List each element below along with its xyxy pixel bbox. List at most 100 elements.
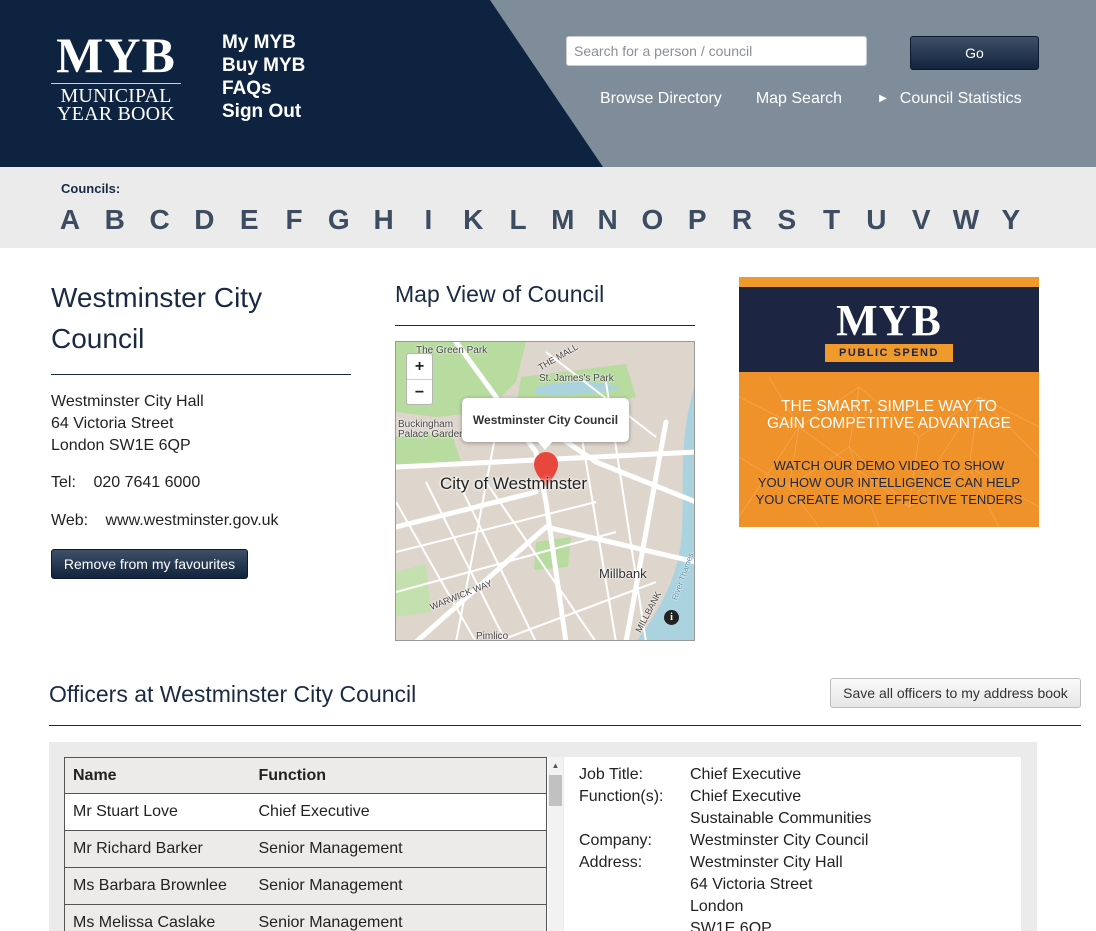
address-line: London SW1E 6QP [51,437,191,454]
officers-table-container[interactable]: Name Function Mr Stuart Love Chief Execu… [64,757,548,931]
alphabet-letter-k[interactable]: K [458,200,488,240]
map-label: Palace Garden [398,429,465,440]
save-officers-button[interactable]: Save all officers to my address book [830,678,1081,708]
ad-banner-top: MYB PUBLIC SPEND [739,277,1039,372]
link-buy-myb[interactable]: Buy MYB [222,54,305,77]
alphabet-letter-w[interactable]: W [951,200,981,240]
site-header: MYB MUNICIPAL YEAR BOOK My MYB Buy MYB F… [0,0,1096,167]
zoom-out-button[interactable]: − [407,379,432,404]
council-map[interactable]: The Green Park THE MALL St. James's Park… [395,341,695,641]
detail-label: Company: [579,832,652,849]
scrollbar-thumb[interactable] [549,775,562,806]
table-row[interactable]: Mr Stuart Love Chief Executive [64,793,547,831]
title-divider [51,374,351,375]
myb-public-spend-ad[interactable]: MYB PUBLIC SPEND THE SMART, SIMPLE WAY T… [739,277,1039,527]
alphabet-letter-l[interactable]: L [503,200,533,240]
ad-tagline-line: GAIN COMPETITIVE ADVANTAGE [766,415,1012,432]
detail-address: Address: Westminster City Hall 64 Victor… [579,852,1021,931]
table-header-row: Name Function [64,757,547,794]
alphabet-letter-h[interactable]: H [369,200,399,240]
alphabet-letter-n[interactable]: N [593,200,623,240]
main-nav: Browse Directory Map Search ▶ Council St… [600,90,1022,108]
ad-tagline-line: THE SMART, SIMPLE WAY TO [781,398,997,415]
map-label: Pimlico [476,631,509,641]
council-telephone: Tel: 020 7641 6000 [51,474,200,492]
council-address: Westminster City Hall 64 Victoria Street… [51,391,204,457]
map-zoom-control: + − [406,353,433,405]
table-row[interactable]: Ms Barbara Brownlee Senior Management [64,867,547,905]
table-row[interactable]: Ms Melissa Caslake Senior Management [64,904,547,931]
address-line: 64 Victoria Street [51,415,174,432]
account-links: My MYB Buy MYB FAQs Sign Out [222,31,305,123]
alphabet-letter-f[interactable]: F [279,200,309,240]
alphabet-letter-p[interactable]: P [682,200,712,240]
nav-council-statistics[interactable]: Council Statistics [900,90,1022,108]
alphabet-letter-i[interactable]: I [413,200,443,240]
officer-function: Senior Management [250,904,547,931]
detail-value: London [690,898,744,915]
myb-logo[interactable]: MYB MUNICIPAL YEAR BOOK [51,30,181,125]
map-title-divider [395,325,695,326]
tel-label: Tel: [51,474,76,491]
map-popup-tip [537,441,553,450]
alphabet-letter-v[interactable]: V [906,200,936,240]
column-header-function[interactable]: Function [250,757,547,794]
council-alphabet-bar: Councils: ABCDEFGHIKLMNOPRSTUVWY [0,167,1096,248]
info-icon[interactable]: i [664,610,679,625]
officer-function: Senior Management [250,867,547,905]
search-input[interactable] [566,36,867,66]
detail-job-title: Job Title: Chief Executive [579,764,1021,786]
detail-value: Westminster City Hall [690,854,843,871]
zoom-in-button[interactable]: + [407,354,432,379]
alphabet-letter-o[interactable]: O [637,200,667,240]
alphabet-letter-u[interactable]: U [861,200,891,240]
go-button[interactable]: Go [910,36,1039,70]
map-label: St. James's Park [539,373,614,384]
detail-label: Job Title: [579,766,644,783]
link-faqs[interactable]: FAQs [222,77,305,100]
link-sign-out[interactable]: Sign Out [222,100,305,123]
ad-body-line: WATCH OUR DEMO VIDEO TO SHOW [773,458,1005,473]
logo-line-2: YEAR BOOK [57,103,175,125]
alphabet-letter-a[interactable]: A [55,200,85,240]
officers-panel: Name Function Mr Stuart Love Chief Execu… [49,742,1037,931]
alphabet-letter-s[interactable]: S [772,200,802,240]
alphabet-letter-b[interactable]: B [100,200,130,240]
detail-value: Chief Executive [690,766,802,783]
link-my-myb[interactable]: My MYB [222,31,305,54]
web-link[interactable]: www.westminster.gov.uk [105,512,278,529]
scroll-up-icon[interactable]: ▲ [548,757,563,774]
alphabet-letter-r[interactable]: R [727,200,757,240]
alphabet-letter-y[interactable]: Y [996,200,1026,240]
nav-browse-directory[interactable]: Browse Directory [600,90,722,108]
council-website: Web: www.westminster.gov.uk [51,512,279,530]
alphabet-letters: ABCDEFGHIKLMNOPRSTUVWY [60,200,1070,240]
alphabet-title: Councils: [61,181,121,196]
ad-body: WATCH OUR DEMO VIDEO TO SHOW YOU HOW OUR… [739,457,1039,508]
triangle-right-icon: ▶ [879,93,887,104]
alphabet-letter-g[interactable]: G [324,200,354,240]
detail-value: 64 Victoria Street [690,876,813,893]
table-row[interactable]: Mr Richard Barker Senior Management [64,830,547,868]
ad-badge: PUBLIC SPEND [825,344,953,362]
alphabet-letter-c[interactable]: C [145,200,175,240]
ad-body-line: YOU HOW OUR INTELLIGENCE CAN HELP [757,475,1021,490]
nav-map-search[interactable]: Map Search [756,90,842,108]
detail-value: SW1E 6QP [690,920,772,931]
detail-value: Westminster City Council [690,832,869,849]
detail-value: Chief Executive [690,788,802,805]
alphabet-letter-t[interactable]: T [817,200,847,240]
officer-name: Mr Stuart Love [64,793,251,831]
officer-function: Chief Executive [250,793,547,831]
officers-title: Officers at Westminster City Council [49,681,417,707]
officers-scrollbar[interactable]: ▲ [548,757,563,931]
officers-divider [49,725,1081,726]
detail-company: Company: Westminster City Council [579,830,1021,852]
alphabet-letter-m[interactable]: M [548,200,578,240]
alphabet-letter-d[interactable]: D [189,200,219,240]
detail-label: Address: [579,854,643,871]
officer-function: Senior Management [250,830,547,868]
column-header-name[interactable]: Name [64,757,251,794]
remove-favourite-button[interactable]: Remove from my favourites [51,549,248,579]
alphabet-letter-e[interactable]: E [234,200,264,240]
